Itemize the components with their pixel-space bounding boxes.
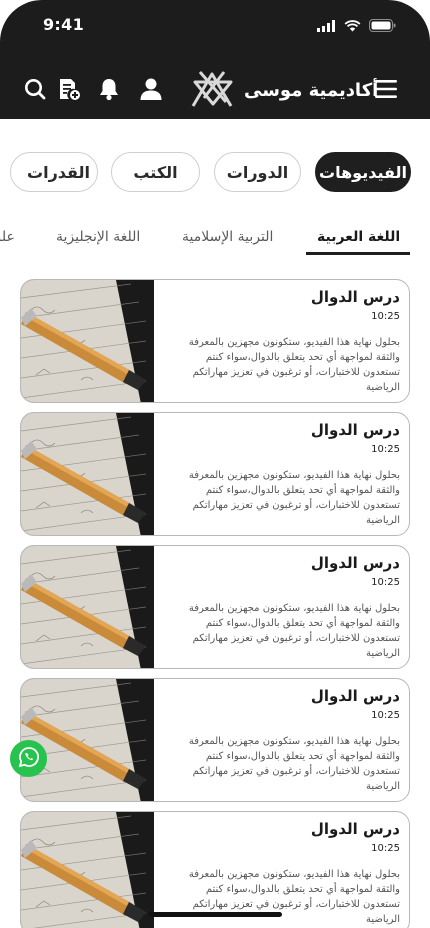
lesson-thumbnail [21,679,154,801]
status-icons [317,17,396,36]
tab-islamic-education[interactable]: التربية الإسلامية [182,222,273,252]
lesson-duration: 10:25 [371,577,400,588]
lesson-description: بحلول نهاية هذا الفيديو، ستكونون مجهزين … [188,869,400,925]
battery-icon [369,17,396,36]
document-add-icon[interactable] [56,76,82,102]
lesson-description: بحلول نهاية هذا الفيديو، ستكونون مجهزين … [188,603,400,659]
subject-tabs: اللغة العربية التربية الإسلامية اللغة ال… [0,222,430,256]
user-icon[interactable] [138,76,164,102]
lesson-duration: 10:25 [371,311,400,322]
home-indicator [149,912,282,917]
wifi-icon [344,17,361,36]
lesson-title: درس الدوال [310,421,400,439]
lesson-thumbnail [21,812,154,928]
lesson-description: بحلول نهاية هذا الفيديو، ستكونون مجهزين … [188,470,400,526]
lesson-card[interactable]: درس الدوال 10:25 بحلول نهاية هذا الفيديو… [20,412,410,536]
pill-courses[interactable]: الدورات [214,152,301,192]
tab-science[interactable]: علوم [0,222,15,252]
lesson-thumbnail [21,546,154,668]
search-icon[interactable] [22,76,48,102]
lesson-title: درس الدوال [310,554,400,572]
pill-videos[interactable]: الفيديوهات [315,152,411,192]
lesson-title: درس الدوال [310,288,400,306]
tab-english[interactable]: اللغة الإنجليزية [56,222,140,252]
lesson-description: بحلول نهاية هذا الفيديو، ستكونون مجهزين … [188,736,400,792]
brand-logo[interactable]: أكاديمية موسى [190,70,378,110]
menu-icon[interactable] [373,76,399,102]
lesson-title: درس الدوال [310,687,400,705]
bell-icon[interactable] [96,76,122,102]
signal-icon [317,17,336,36]
lesson-thumbnail [21,280,154,402]
lesson-thumbnail [21,413,154,535]
pill-aptitude[interactable]: القدرات [10,152,98,192]
lesson-duration: 10:25 [371,444,400,455]
pill-books[interactable]: الكتب [111,152,200,192]
lesson-title: درس الدوال [310,820,400,838]
lesson-card[interactable]: درس الدوال 10:25 بحلول نهاية هذا الفيديو… [20,279,410,403]
lesson-card[interactable]: درس الدوال 10:25 بحلول نهاية هذا الفيديو… [20,811,410,928]
active-tab-indicator [306,252,410,255]
tab-arabic[interactable]: اللغة العربية [317,222,400,252]
category-pills: الفيديوهات الدورات الكتب القدرات [0,152,430,194]
whatsapp-button[interactable] [10,740,47,777]
logo-icon [190,68,236,112]
top-navigation-bar: أكاديمية موسى [0,68,430,112]
lesson-duration: 10:25 [371,710,400,721]
lesson-card[interactable]: درس الدوال 10:25 بحلول نهاية هذا الفيديو… [20,678,410,802]
app-header: 9:41 أكاديمية موسى [0,0,430,119]
app-screen: 9:41 أكاديمية موسى الفيديوهات الدورات ال… [0,0,430,928]
lesson-description: بحلول نهاية هذا الفيديو، ستكونون مجهزين … [188,337,400,393]
status-time: 9:41 [43,15,84,34]
lesson-duration: 10:25 [371,843,400,854]
brand-name: أكاديمية موسى [244,79,379,101]
whatsapp-icon [18,746,40,772]
lesson-card[interactable]: درس الدوال 10:25 بحلول نهاية هذا الفيديو… [20,545,410,669]
lesson-list: درس الدوال 10:25 بحلول نهاية هذا الفيديو… [20,279,410,928]
